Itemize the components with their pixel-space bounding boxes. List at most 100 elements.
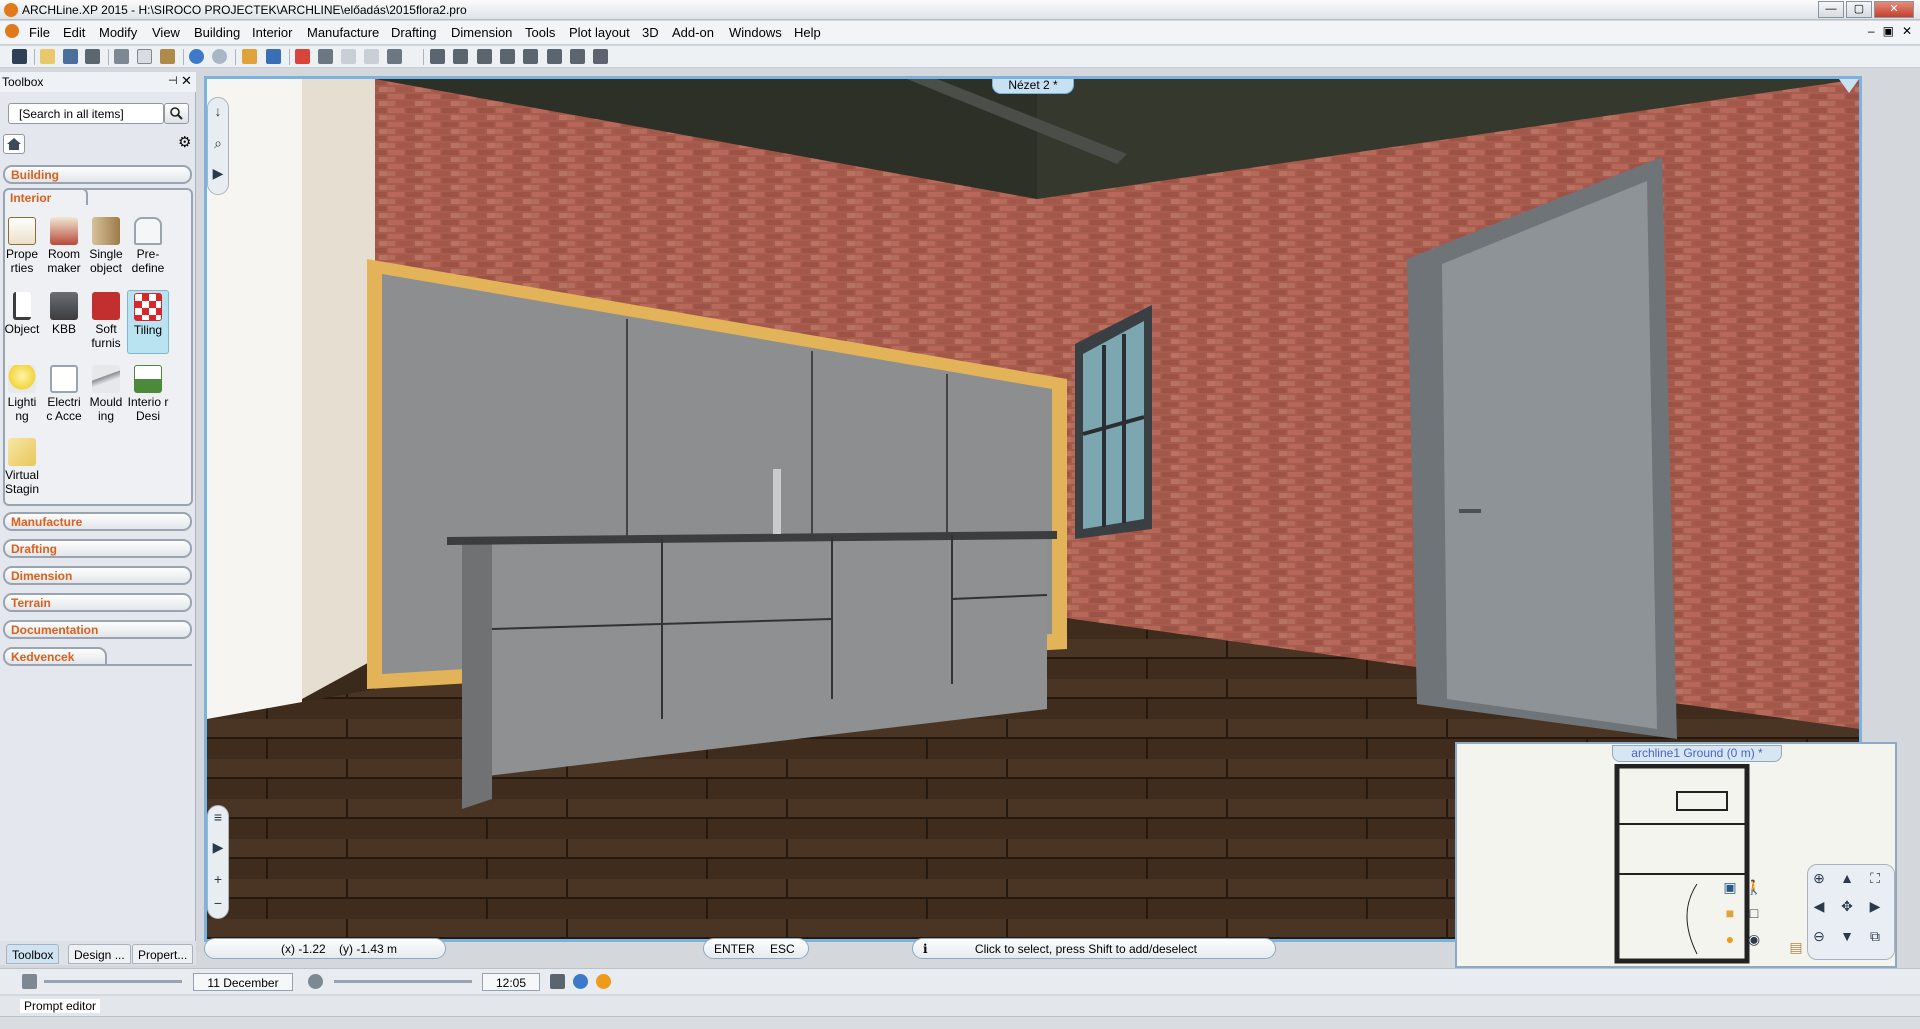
tool-virtual-staging[interactable]: Virtual Stagin xyxy=(1,438,43,496)
globe-icon[interactable] xyxy=(573,974,588,989)
clock-icon[interactable] xyxy=(308,974,323,989)
tool-interior-design[interactable]: Interio r Desi xyxy=(127,365,169,423)
corner-icon[interactable] xyxy=(364,49,379,64)
search-button[interactable] xyxy=(164,103,189,124)
date-slider[interactable] xyxy=(44,980,182,983)
expand-icon[interactable]: ▶ xyxy=(209,838,227,856)
walk-icon[interactable]: 🚶 xyxy=(1745,878,1763,896)
calendar-icon[interactable] xyxy=(22,974,37,989)
enter-key[interactable]: ENTER xyxy=(714,942,755,956)
category-manufacture[interactable]: Manufacture xyxy=(3,512,192,531)
redo-icon[interactable] xyxy=(212,49,227,64)
menu-drafting[interactable]: Drafting xyxy=(391,25,437,40)
arrow-up-icon[interactable]: ▲ xyxy=(1838,869,1856,887)
category-documentation[interactable]: Documentation xyxy=(3,620,192,639)
close-button[interactable]: ✕ xyxy=(1874,1,1914,18)
maximize-button[interactable]: ▢ xyxy=(1846,1,1872,18)
sun-icon[interactable]: ● xyxy=(1721,930,1739,948)
menu-3d[interactable]: 3D xyxy=(642,25,659,40)
zoom-window-icon[interactable]: ⧉ xyxy=(1866,927,1884,945)
tool-tiling[interactable]: Tiling xyxy=(127,290,169,354)
app-menu-icon[interactable] xyxy=(5,24,19,38)
time-field[interactable]: 12:05 xyxy=(482,973,540,991)
pan-icon[interactable]: ✥ xyxy=(1838,897,1856,915)
delete-icon[interactable] xyxy=(295,49,310,64)
tool-properties[interactable]: Prope rties xyxy=(1,217,43,275)
menu-windows[interactable]: Windows xyxy=(729,25,782,40)
render-settings-icon[interactable] xyxy=(550,974,565,989)
tab-properties[interactable]: Propert... xyxy=(132,944,194,964)
pin-icon[interactable]: ⊣ xyxy=(168,74,178,87)
arrow-right-icon[interactable]: ▶ xyxy=(1866,897,1884,915)
menu-dimension[interactable]: Dimension xyxy=(451,25,512,40)
menu-interior[interactable]: Interior xyxy=(252,25,292,40)
close-panel-icon[interactable]: ✕ xyxy=(181,73,192,89)
new-file-icon[interactable] xyxy=(12,49,27,64)
cube-wire-icon[interactable]: □ xyxy=(1745,904,1763,922)
mdi-close-button[interactable]: ✕ xyxy=(1902,24,1912,38)
trim-icon[interactable] xyxy=(318,49,333,64)
menu-file[interactable]: File xyxy=(29,25,50,40)
category-drafting[interactable]: Drafting xyxy=(3,539,192,558)
snap-grid-icon[interactable] xyxy=(593,49,608,64)
tool-single-object[interactable]: Single object xyxy=(85,217,127,275)
gear-icon[interactable]: ⚙ xyxy=(178,134,194,152)
play-icon[interactable]: ▶ xyxy=(209,164,227,182)
tool-electric-accessories[interactable]: Electri c Acce xyxy=(43,365,85,423)
menu-plot-layout[interactable]: Plot layout xyxy=(569,25,630,40)
pan-down-icon[interactable]: ↓ xyxy=(209,102,227,120)
save-icon[interactable] xyxy=(63,49,78,64)
home-button[interactable] xyxy=(3,134,25,154)
zoom-icon[interactable]: ⌕ xyxy=(209,134,227,152)
tool-kbb[interactable]: KBB xyxy=(43,292,85,336)
zoom-extents-icon[interactable]: ⛶ xyxy=(1866,869,1884,887)
cut-icon[interactable] xyxy=(114,49,129,64)
zoom-in-nav-icon[interactable]: ⊕ xyxy=(1810,869,1828,887)
arrow-down-icon[interactable]: ▼ xyxy=(1838,927,1856,945)
menu-tools[interactable]: Tools xyxy=(525,25,555,40)
snap-tangent-icon[interactable] xyxy=(570,49,585,64)
layers-icon[interactable]: ▤ xyxy=(1787,938,1805,956)
category-interior[interactable]: Interior xyxy=(3,188,88,205)
cube-shaded-icon[interactable]: ■ xyxy=(1721,904,1739,922)
menu-manufacture[interactable]: Manufacture xyxy=(307,25,379,40)
category-building[interactable]: Building xyxy=(3,165,192,184)
copy-icon[interactable] xyxy=(137,49,152,64)
list-icon[interactable]: ≡ xyxy=(209,808,227,826)
minimap-panel[interactable]: archline1 Ground (0 m) * ▣ 🚶 ■ □ ● ◉ ⊕ ▲… xyxy=(1455,742,1897,968)
tool-predefine[interactable]: Pre- define xyxy=(127,217,169,275)
zoom-out-icon[interactable]: − xyxy=(209,894,227,912)
snap-endpoint-icon[interactable] xyxy=(453,49,468,64)
menu-add-on[interactable]: Add-on xyxy=(672,25,714,40)
sun-settings-icon[interactable] xyxy=(596,974,611,989)
view-title[interactable]: Nézet 2 * xyxy=(992,79,1074,94)
mdi-restore-button[interactable]: ▣ xyxy=(1883,24,1894,38)
app-logo-icon[interactable] xyxy=(4,3,18,17)
category-terrain[interactable]: Terrain xyxy=(3,593,192,612)
tool-lighting[interactable]: Lighti ng xyxy=(1,365,43,423)
menu-help[interactable]: Help xyxy=(794,25,821,40)
snap-intersection-icon[interactable] xyxy=(500,49,515,64)
match-properties-icon[interactable] xyxy=(242,49,257,64)
zoom-in-icon[interactable]: + xyxy=(209,870,227,888)
category-dimension[interactable]: Dimension xyxy=(3,566,192,585)
3d-view-icon[interactable]: ▣ xyxy=(1721,878,1739,896)
pen-icon[interactable] xyxy=(266,49,281,64)
tab-toolbox[interactable]: Toolbox xyxy=(6,944,60,964)
category-kedvencek[interactable]: Kedvencek xyxy=(3,647,107,666)
open-folder-icon[interactable] xyxy=(40,49,55,64)
undo-icon[interactable] xyxy=(189,49,204,64)
tool-soft-furnishing[interactable]: Soft furnis xyxy=(85,292,127,350)
print-icon[interactable] xyxy=(85,49,100,64)
prompt-editor-label[interactable]: Prompt editor xyxy=(20,999,101,1013)
menu-modify[interactable]: Modify xyxy=(99,25,137,40)
tab-design-center[interactable]: Design ... xyxy=(68,944,131,964)
arrow-left-icon[interactable]: ◀ xyxy=(1810,897,1828,915)
tool-room-maker[interactable]: Room maker xyxy=(43,217,85,275)
menu-building[interactable]: Building xyxy=(194,25,240,40)
tool-object[interactable]: Object xyxy=(1,292,43,336)
snap-perpendicular-icon[interactable] xyxy=(523,49,538,64)
tool-moulding[interactable]: Mould ing xyxy=(85,365,127,423)
minimap-title[interactable]: archline1 Ground (0 m) * xyxy=(1612,745,1782,762)
zoom-out-nav-icon[interactable]: ⊖ xyxy=(1810,927,1828,945)
